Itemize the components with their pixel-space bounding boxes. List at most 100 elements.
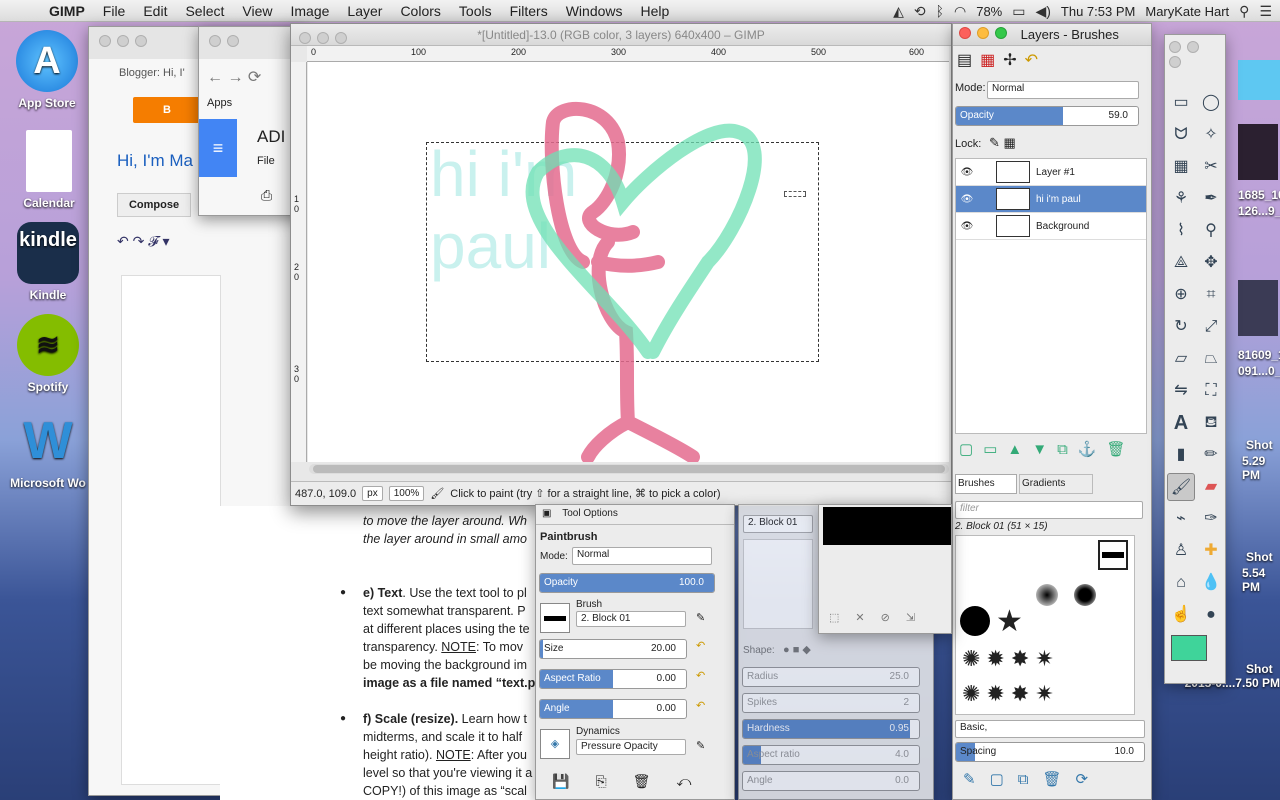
perspective-tool-icon[interactable]: ⏢ — [1197, 345, 1225, 373]
brush-spacing-slider[interactable]: Spacing 10.0 — [955, 742, 1145, 762]
battery-icon[interactable]: ▭ — [1012, 3, 1025, 20]
bucket-fill-tool-icon[interactable]: ⛾ — [1197, 409, 1225, 437]
layer-row[interactable]: 👁 Layer #1 — [956, 159, 1146, 186]
brush-circle[interactable] — [960, 606, 990, 636]
paint-mode-select[interactable]: Normal — [572, 547, 712, 565]
reset-angle-icon[interactable]: ↶ — [696, 699, 705, 712]
brush-texture[interactable]: ✺✹✸✷ — [962, 646, 1060, 672]
color-picker-tool-icon[interactable]: ⌇ — [1167, 217, 1195, 245]
foreground-select-tool-icon[interactable]: ⚘ — [1167, 185, 1195, 213]
desktop-calendar[interactable]: Calendar — [4, 130, 94, 210]
nav-back-forward-reload-icon[interactable]: ← → ⟳ — [207, 67, 261, 87]
adobe-icon[interactable]: ◭ — [893, 3, 904, 20]
doc-title[interactable]: ADI — [257, 127, 285, 147]
brush-actions[interactable]: ✎▢⧉🗑⟳ — [963, 770, 1102, 788]
heal-tool-icon[interactable]: ✚ — [1197, 537, 1225, 565]
layer-actions[interactable]: ▢▭▲▼⧉⚓🗑 — [959, 440, 1136, 458]
user-name[interactable]: MaryKate Hart — [1145, 4, 1229, 19]
doc-menu-file[interactable]: File — [257, 155, 275, 167]
free-select-tool-icon[interactable]: ᗢ — [1167, 121, 1195, 149]
size-slider[interactable]: Size 20.00 — [539, 639, 687, 659]
menu-edit[interactable]: Edit — [134, 3, 176, 19]
blend-tool-icon[interactable]: ▮ — [1167, 441, 1195, 469]
duplicate-layer-icon[interactable]: ⧉ — [1057, 441, 1078, 458]
rect-select-tool-icon[interactable]: ▭ — [1167, 89, 1195, 117]
restore-options-icon[interactable]: ⎘ — [595, 773, 632, 789]
menu-filters[interactable]: Filters — [501, 3, 557, 19]
battery-percent[interactable]: 78% — [976, 4, 1002, 19]
cage-tool-icon[interactable]: ⛶ — [1197, 377, 1225, 405]
radius-slider[interactable]: Radius 25.0 — [742, 667, 920, 687]
edit-brush-icon[interactable]: ✎ — [963, 771, 990, 788]
flip-tool-icon[interactable]: ⇋ — [1167, 377, 1195, 405]
zoom-tool-icon[interactable]: ⚲ — [1197, 217, 1225, 245]
brush-preview[interactable] — [540, 603, 570, 633]
blogger-tab[interactable]: Blogger: Hi, I' — [119, 67, 185, 79]
time-machine-icon[interactable]: ⟲ — [914, 3, 926, 20]
spikes-slider[interactable]: Spikes 2 — [742, 693, 920, 713]
anchor-icon[interactable]: ⚓ — [1078, 441, 1107, 458]
layer-mode-select[interactable]: Normal — [987, 81, 1139, 99]
wifi-icon[interactable]: ◠ — [954, 3, 966, 20]
text-tool-icon[interactable]: A — [1167, 409, 1195, 437]
dock-tabs[interactable]: ▤▦✢↶ — [957, 50, 1046, 70]
brush-fuzzy[interactable] — [1074, 584, 1096, 606]
ellipse-select-tool-icon[interactable]: ◯ — [1197, 89, 1225, 117]
paths-tool-icon[interactable]: ✒ — [1197, 185, 1225, 213]
horizontal-ruler[interactable]: 0 100 200 300 400 500 600 — [307, 46, 949, 62]
brush-filter-input[interactable]: filter — [955, 501, 1143, 519]
desktop-kindle[interactable]: kindle Kindle — [3, 222, 93, 302]
undo-history-tab-icon[interactable]: ↶ — [1025, 52, 1046, 69]
blur-tool-icon[interactable]: 💧 — [1197, 569, 1225, 597]
new-layer-icon[interactable]: ▢ — [959, 441, 983, 458]
aspect-ratio-slider[interactable]: Aspect Ratio 0.00 — [539, 669, 687, 689]
photo-thumbnail[interactable] — [1238, 124, 1278, 180]
brush-texture[interactable]: ✺✹✸✷ — [962, 681, 1060, 707]
volume-icon[interactable]: ◀) — [1035, 3, 1050, 20]
pencil-tool-icon[interactable]: ✏ — [1197, 441, 1225, 469]
zoom-select[interactable]: 100% — [388, 486, 425, 501]
delete-options-icon[interactable]: 🗑 — [633, 773, 677, 789]
new-brush-icon[interactable]: ▢ — [990, 771, 1018, 788]
horizontal-scrollbar[interactable] — [309, 464, 949, 474]
layer-opacity-slider[interactable]: Opacity 59.0 — [955, 106, 1139, 126]
move-tool-icon[interactable]: ✥ — [1197, 249, 1225, 277]
crop-tool-icon[interactable]: ⌗ — [1197, 281, 1225, 309]
menu-app-name[interactable]: GIMP — [40, 3, 94, 19]
bluetooth-icon[interactable]: ᛒ — [936, 3, 944, 19]
brush-preset-select[interactable]: Basic, — [955, 720, 1145, 738]
paintbrush-tool-icon[interactable]: 🖌 — [1167, 473, 1195, 501]
eye-icon[interactable]: 👁 — [956, 221, 978, 232]
eye-icon[interactable]: 👁 — [956, 167, 978, 178]
vertical-ruler[interactable]: 1 0 2 0 3 0 — [291, 62, 307, 462]
menu-windows[interactable]: Windows — [557, 3, 632, 19]
edit-brush-icon[interactable]: ✎ — [696, 611, 705, 624]
lower-layer-icon[interactable]: ▼ — [1032, 441, 1057, 458]
dynamics-field[interactable]: Pressure Opacity — [576, 739, 686, 755]
menu-colors[interactable]: Colors — [391, 3, 449, 19]
compose-button[interactable]: Compose — [117, 193, 191, 217]
clone-tool-icon[interactable]: ♙ — [1167, 537, 1195, 565]
image-canvas[interactable]: hi i'm paul — [308, 62, 949, 462]
brush-name-field[interactable]: 2. Block 01 — [576, 611, 686, 627]
angle-slider[interactable]: Angle 0.0 — [742, 771, 920, 791]
photo-thumbnail[interactable] — [1238, 280, 1278, 336]
reset-aspect-icon[interactable]: ↶ — [696, 669, 705, 682]
folder-icon[interactable] — [1238, 60, 1280, 100]
hardness-slider[interactable]: Hardness 0.95 — [742, 719, 920, 739]
brushes-tab[interactable]: Brushes — [955, 474, 1017, 494]
measure-tool-icon[interactable]: ⟁ — [1167, 249, 1195, 277]
brush-editor-name[interactable]: 2. Block 01 — [743, 515, 813, 533]
eye-icon[interactable]: 👁 — [956, 194, 978, 205]
scissors-tool-icon[interactable]: ✂ — [1197, 153, 1225, 181]
tool-options-tab-icon[interactable]: ▣ — [542, 508, 551, 519]
clock[interactable]: Thu 7:53 PM — [1061, 4, 1135, 19]
print-icon[interactable]: ⎙ — [261, 187, 272, 204]
layer-row[interactable]: 👁 hi i'm paul — [956, 186, 1146, 213]
color-select-tool-icon[interactable]: ▦ — [1167, 153, 1195, 181]
menu-view[interactable]: View — [233, 3, 281, 19]
menu-file[interactable]: File — [94, 3, 135, 19]
gradients-tab[interactable]: Gradients — [1019, 474, 1093, 494]
edit-dynamics-icon[interactable]: ✎ — [696, 739, 705, 752]
scale-tool-icon[interactable]: ⤢ — [1197, 313, 1225, 341]
